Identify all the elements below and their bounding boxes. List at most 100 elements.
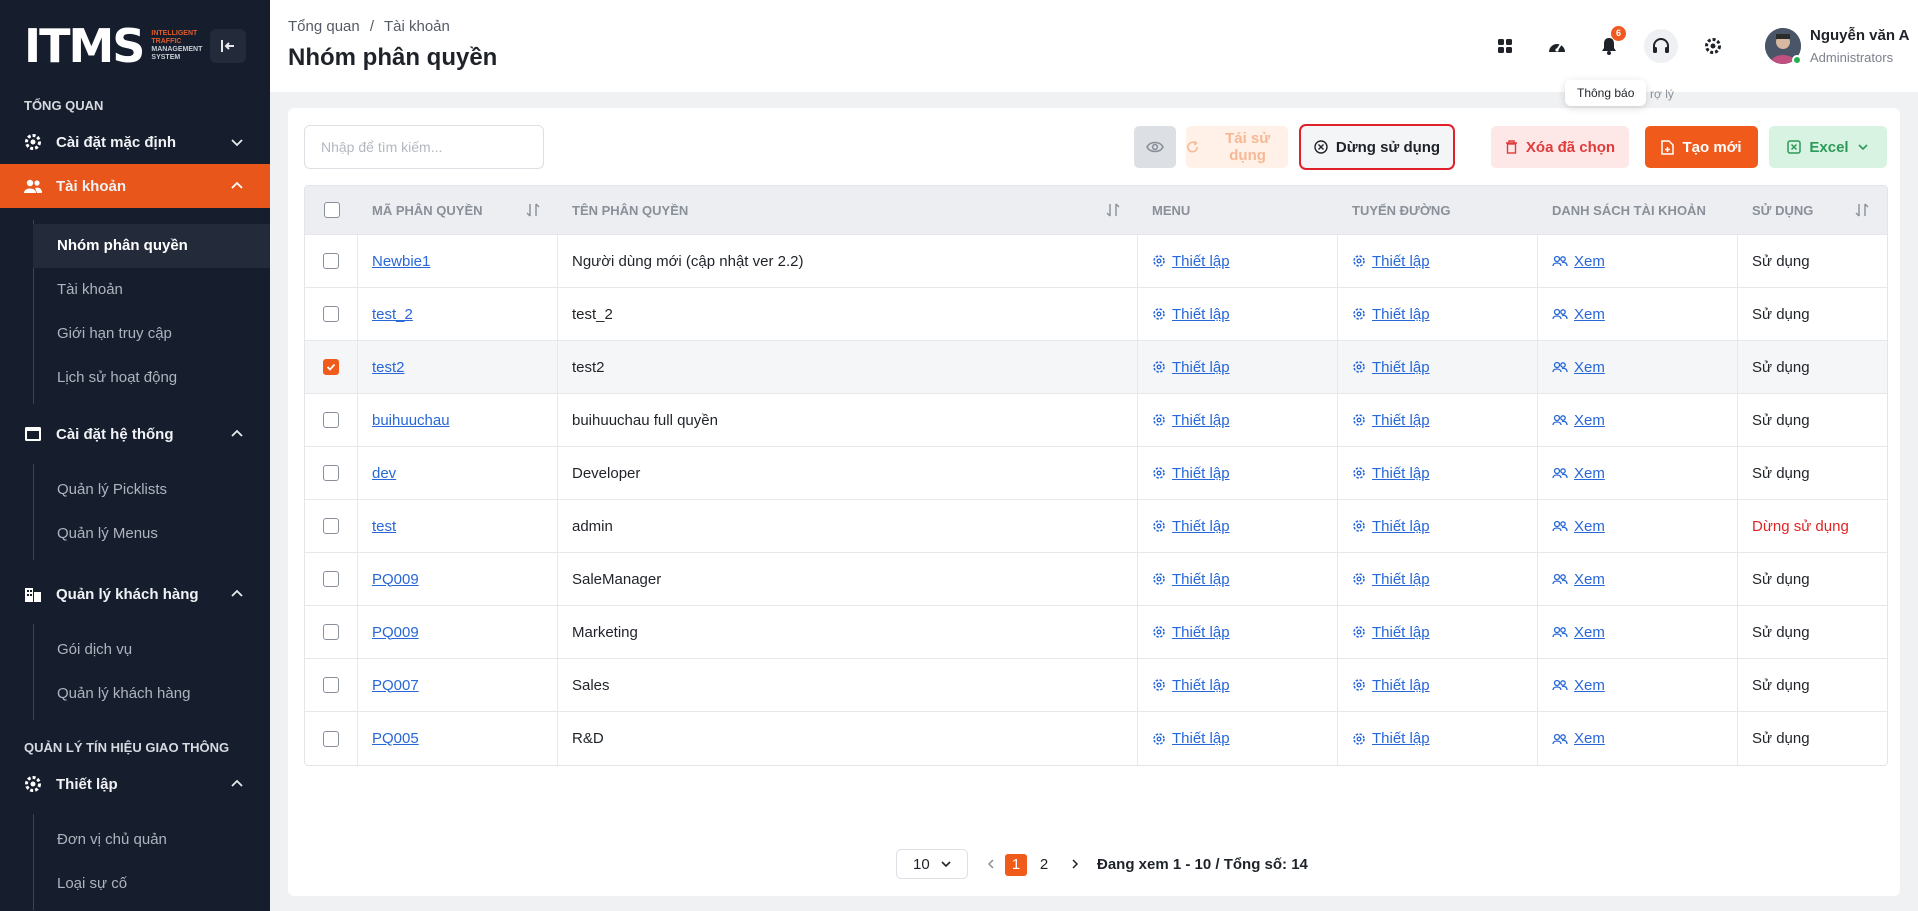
menu-system-settings[interactable]: Cài đặt hệ thống xyxy=(0,412,270,456)
support-button[interactable] xyxy=(1644,29,1678,63)
view-accounts-link[interactable]: Xem xyxy=(1552,253,1605,270)
create-new-button[interactable]: Tạo mới xyxy=(1645,126,1758,168)
table-row[interactable]: test2 test2 Thiết lập Thiết lập Xem Sử dụng xyxy=(305,341,1887,394)
menu-setup-link[interactable]: Thiết lập xyxy=(1152,253,1230,270)
submenu-accounts[interactable]: Tài khoản xyxy=(33,268,270,312)
table-row[interactable]: Newbie1 Người dùng mới (cập nhật ver 2.2)… xyxy=(305,235,1887,288)
view-accounts-link[interactable]: Xem xyxy=(1552,465,1605,482)
permission-code-link[interactable]: PQ005 xyxy=(372,730,419,747)
submenu-access-limits[interactable]: Giới hạn truy cập xyxy=(33,312,270,356)
row-checkbox[interactable] xyxy=(323,677,339,693)
settings-button[interactable] xyxy=(1696,29,1730,63)
column-header-code[interactable]: MÃ PHÂN QUYỀN xyxy=(358,186,558,234)
permission-code-link[interactable]: PQ007 xyxy=(372,677,419,694)
submenu-incident-types[interactable]: Loại sự cố xyxy=(33,862,270,906)
table-row[interactable]: PQ009 SaleManager Thiết lập Thiết lập Xem Sử … xyxy=(305,553,1887,606)
table-row[interactable]: dev Developer Thiết lập Thiết lập Xem Sử dụng xyxy=(305,447,1887,500)
permission-code-link[interactable]: PQ009 xyxy=(372,571,419,588)
route-setup-link[interactable]: Thiết lập xyxy=(1352,677,1430,694)
excel-button[interactable]: Excel xyxy=(1769,126,1887,168)
sort-icon[interactable] xyxy=(1106,203,1120,217)
view-accounts-link[interactable]: Xem xyxy=(1552,518,1605,535)
search-input[interactable] xyxy=(304,125,544,169)
menu-setup-link[interactable]: Thiết lập xyxy=(1152,412,1230,429)
menu-setup-link[interactable]: Thiết lập xyxy=(1152,677,1230,694)
row-checkbox[interactable] xyxy=(323,253,339,269)
menu-setup-link[interactable]: Thiết lập xyxy=(1152,571,1230,588)
menu-setup-link[interactable]: Thiết lập xyxy=(1152,359,1230,376)
dashboard-button[interactable] xyxy=(1540,29,1574,63)
row-checkbox[interactable] xyxy=(323,730,339,747)
user-name[interactable]: Nguyễn văn A xyxy=(1810,27,1909,44)
row-checkbox[interactable] xyxy=(323,306,339,322)
menu-customers[interactable]: Quản lý khách hàng xyxy=(0,572,270,616)
stop-using-button[interactable]: Dừng sử dụng xyxy=(1299,124,1455,170)
table-row[interactable]: PQ009 Marketing Thiết lập Thiết lập Xem Sử dụ… xyxy=(305,606,1887,659)
menu-setup[interactable]: Thiết lập xyxy=(0,762,270,806)
row-checkbox[interactable] xyxy=(323,465,339,481)
permission-code-link[interactable]: test2 xyxy=(372,359,405,376)
menu-default-settings[interactable]: Cài đặt mặc định xyxy=(0,120,270,164)
view-accounts-link[interactable]: Xem xyxy=(1552,677,1605,694)
menu-setup-link[interactable]: Thiết lập xyxy=(1152,518,1230,535)
collapse-sidebar-button[interactable] xyxy=(210,29,246,63)
breadcrumb-overview[interactable]: Tổng quan xyxy=(288,18,360,35)
permission-code-link[interactable]: Newbie1 xyxy=(372,253,430,270)
page-1-button[interactable]: 1 xyxy=(1005,854,1027,876)
toggle-columns-button[interactable] xyxy=(1134,126,1176,168)
permission-code-link[interactable]: dev xyxy=(372,465,396,482)
route-setup-link[interactable]: Thiết lập xyxy=(1352,624,1430,641)
row-checkbox[interactable] xyxy=(323,571,339,587)
select-all-checkbox[interactable] xyxy=(323,202,340,218)
page-2-button[interactable]: 2 xyxy=(1033,854,1055,876)
permission-code-link[interactable]: test_2 xyxy=(372,306,413,323)
submenu-permission-groups[interactable]: Nhóm phân quyền xyxy=(33,224,270,268)
route-setup-link[interactable]: Thiết lập xyxy=(1352,465,1430,482)
menu-setup-link[interactable]: Thiết lập xyxy=(1152,624,1230,641)
reuse-button[interactable]: Tái sử dụng xyxy=(1186,126,1288,168)
page-size-select[interactable]: 10 xyxy=(896,849,968,879)
column-header-name[interactable]: TÊN PHÂN QUYỀN xyxy=(558,186,1138,234)
table-row[interactable]: PQ007 Sales Thiết lập Thiết lập Xem Sử dụng xyxy=(305,659,1887,712)
menu-setup-link[interactable]: Thiết lập xyxy=(1152,306,1230,323)
route-setup-link[interactable]: Thiết lập xyxy=(1352,306,1430,323)
view-accounts-link[interactable]: Xem xyxy=(1552,571,1605,588)
route-setup-link[interactable]: Thiết lập xyxy=(1352,253,1430,270)
row-checkbox[interactable] xyxy=(323,624,339,640)
route-setup-link[interactable]: Thiết lập xyxy=(1352,571,1430,588)
submenu-picklists[interactable]: Quản lý Picklists xyxy=(33,468,270,512)
menu-setup-link[interactable]: Thiết lập xyxy=(1152,465,1230,482)
view-accounts-link[interactable]: Xem xyxy=(1552,624,1605,641)
view-accounts-link[interactable]: Xem xyxy=(1552,306,1605,323)
submenu-service-packages[interactable]: Gói dịch vụ xyxy=(33,628,270,672)
notification-button[interactable]: 6 xyxy=(1592,26,1626,63)
apps-button[interactable] xyxy=(1488,29,1522,63)
prev-page-icon[interactable] xyxy=(985,858,997,870)
table-row[interactable]: PQ005 R&D Thiết lập Thiết lập Xem Sử dụng xyxy=(305,712,1887,765)
route-setup-link[interactable]: Thiết lập xyxy=(1352,359,1430,376)
submenu-activity-history[interactable]: Lịch sử hoạt động xyxy=(33,356,270,400)
submenu-customer-management[interactable]: Quản lý khách hàng xyxy=(33,672,270,716)
route-setup-link[interactable]: Thiết lập xyxy=(1352,412,1430,429)
sort-icon[interactable] xyxy=(526,203,540,217)
view-accounts-link[interactable]: Xem xyxy=(1552,412,1605,429)
table-row[interactable]: test_2 test_2 Thiết lập Thiết lập Xem Sử dụng xyxy=(305,288,1887,341)
sort-icon[interactable] xyxy=(1855,203,1869,217)
submenu-managing-units[interactable]: Đơn vị chủ quản xyxy=(33,818,270,862)
permission-code-link[interactable]: test xyxy=(372,518,396,535)
menu-account[interactable]: Tài khoản xyxy=(0,164,270,208)
row-checkbox[interactable] xyxy=(323,412,339,428)
breadcrumb-account[interactable]: Tài khoản xyxy=(384,18,450,35)
column-header-status[interactable]: SỬ DỤNG xyxy=(1738,186,1887,234)
submenu-menus[interactable]: Quản lý Menus xyxy=(33,512,270,556)
row-checkbox[interactable] xyxy=(323,518,339,534)
permission-code-link[interactable]: buihuuchau xyxy=(372,412,450,429)
route-setup-link[interactable]: Thiết lập xyxy=(1352,730,1430,747)
view-accounts-link[interactable]: Xem xyxy=(1552,359,1605,376)
delete-selected-button[interactable]: Xóa đã chọn xyxy=(1491,126,1629,168)
next-page-icon[interactable] xyxy=(1069,858,1081,870)
menu-setup-link[interactable]: Thiết lập xyxy=(1152,730,1230,747)
view-accounts-link[interactable]: Xem xyxy=(1552,730,1605,747)
permission-code-link[interactable]: PQ009 xyxy=(372,624,419,641)
route-setup-link[interactable]: Thiết lập xyxy=(1352,518,1430,535)
